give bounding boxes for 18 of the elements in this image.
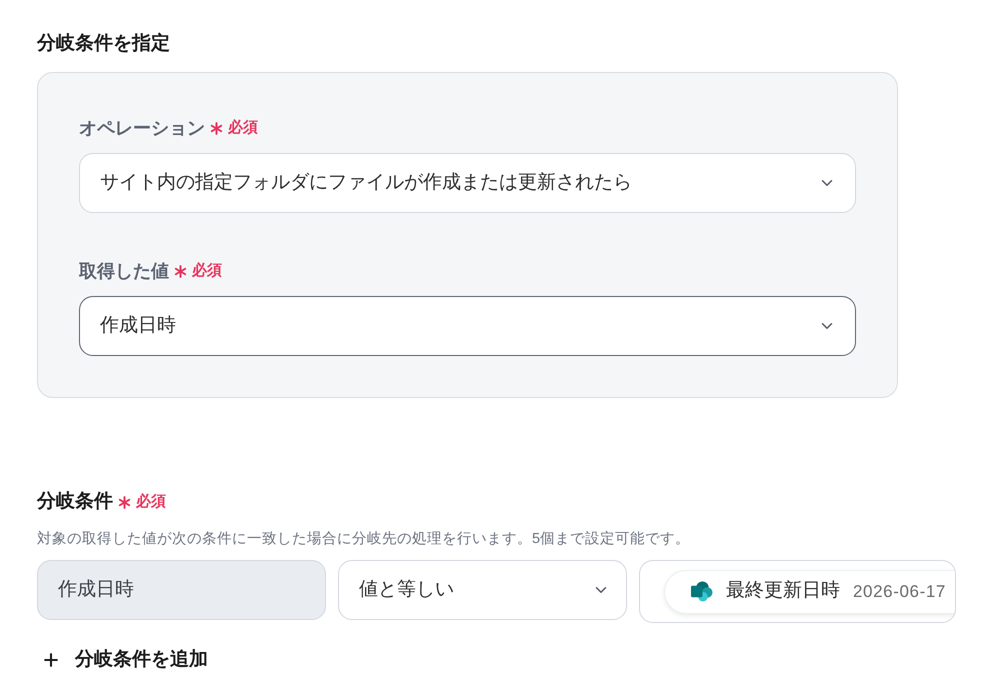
- chip-value: 2026-06-17: [853, 580, 946, 603]
- required-label: 必須: [228, 118, 258, 138]
- value-field[interactable]: 最終更新日時 2026-06-17: [639, 560, 956, 623]
- plus-icon: [41, 650, 61, 670]
- condition-description: 対象の取得した値が次の条件に一致した場合に分岐先の処理を行います。5個まで設定可能です。: [37, 530, 690, 549]
- required-label: 必須: [192, 261, 222, 281]
- logo-icon: [690, 581, 713, 602]
- dropdown-select[interactable]: 作成日時: [79, 296, 856, 356]
- operator-select[interactable]: 値と等しい: [338, 560, 627, 620]
- section-title: 分岐条件を指定: [37, 32, 170, 56]
- field-label: 取得した値: [79, 260, 169, 283]
- field-label: 分岐条件: [37, 490, 113, 514]
- dropdown-select[interactable]: サイト内の指定フォルダにファイルが作成または更新されたら: [79, 153, 856, 213]
- required-label: 必須: [136, 492, 166, 512]
- chip-name: 最終更新日時: [726, 579, 840, 604]
- field-label: オペレーション: [79, 117, 205, 140]
- add-condition-button[interactable]: 分岐条件を追加: [41, 646, 208, 674]
- value-chip[interactable]: 最終更新日時 2026-06-17: [664, 570, 955, 614]
